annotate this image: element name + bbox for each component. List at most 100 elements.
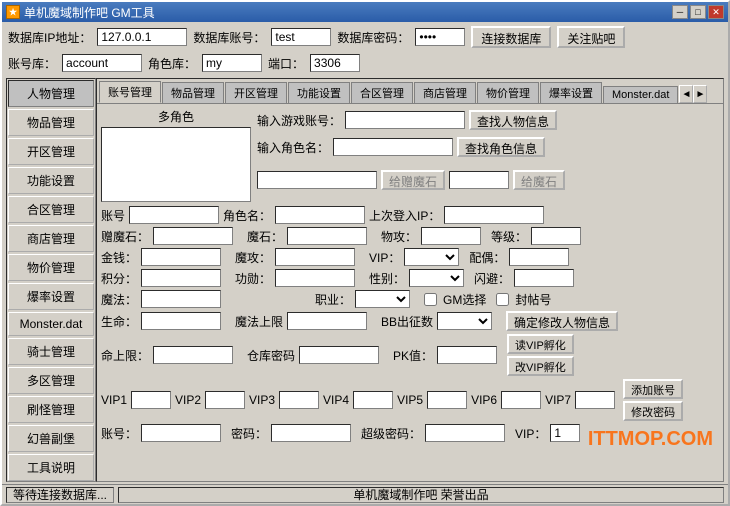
tab-bar: 账号管理 物品管理 开区管理 功能设置 合区管理 商店管理 物价管理 爆率设置 …: [97, 79, 723, 103]
tab-shop[interactable]: 商店管理: [414, 82, 476, 103]
vip5-input[interactable]: [427, 391, 467, 409]
port-input[interactable]: [310, 54, 360, 72]
give-diamond-gift-input[interactable]: [257, 171, 377, 189]
find-role-button[interactable]: 查找角色信息: [457, 137, 545, 157]
bb-select[interactable]: [437, 312, 492, 330]
vip6-input[interactable]: [501, 391, 541, 409]
last-login-ip-input[interactable]: [444, 206, 544, 224]
sidebar-item-tools[interactable]: 工具说明: [8, 454, 94, 481]
gender-select[interactable]: [409, 269, 464, 287]
vip-value-input[interactable]: [550, 424, 580, 442]
vip2-input[interactable]: [205, 391, 245, 409]
search-account-input[interactable]: [345, 111, 465, 129]
seal-checkbox[interactable]: [496, 293, 509, 306]
tab-nav-next[interactable]: ►: [693, 85, 707, 103]
vip3-input[interactable]: [279, 391, 319, 409]
maximize-button[interactable]: □: [690, 5, 706, 19]
content-area: 人物管理 物品管理 开区管理 功能设置 合区管理 商店管理 物价管理 爆率设置 …: [2, 76, 728, 484]
db-account-input[interactable]: [271, 28, 331, 46]
vip-select[interactable]: [404, 248, 459, 266]
magic-label: 魔法：: [101, 291, 137, 308]
level-input[interactable]: [531, 227, 581, 245]
search-role-input[interactable]: [333, 138, 453, 156]
search-area: 输入游戏账号： 查找人物信息 输入角色名： 查找角色信息 给赠魔石: [257, 108, 719, 202]
multi-char-box[interactable]: [101, 127, 251, 202]
sidebar-item-function[interactable]: 功能设置: [8, 167, 94, 194]
db-password-input[interactable]: [415, 28, 465, 46]
tab-mergearea[interactable]: 合区管理: [351, 82, 413, 103]
flash-input[interactable]: [514, 269, 574, 287]
diamond-input[interactable]: [287, 227, 367, 245]
gm-checkbox[interactable]: [424, 293, 437, 306]
connect-db-button[interactable]: 连接数据库: [471, 26, 551, 48]
tab-nav-prev[interactable]: ◄: [679, 85, 693, 103]
tab-price[interactable]: 物价管理: [477, 82, 539, 103]
watermark: ITTMOP.COM: [588, 428, 713, 451]
sidebar-item-person[interactable]: 人物管理: [8, 80, 94, 107]
phys-atk-input[interactable]: [421, 227, 481, 245]
tab-items[interactable]: 物品管理: [162, 82, 224, 103]
give-diamond-gift-button[interactable]: 给赠魔石: [381, 170, 445, 190]
gift-diamond-input[interactable]: [153, 227, 233, 245]
magic-max-input[interactable]: [287, 312, 367, 330]
ip-input[interactable]: [97, 28, 187, 46]
bb-label: BB出征数: [381, 313, 433, 330]
points-input[interactable]: [141, 269, 221, 287]
add-account-button[interactable]: 添加账号: [623, 379, 683, 399]
sidebar-item-monster[interactable]: Monster.dat: [8, 312, 94, 336]
sidebar-item-openzone[interactable]: 开区管理: [8, 138, 94, 165]
role-db-input[interactable]: [202, 54, 262, 72]
ip-label: 数据库IP地址：: [8, 29, 91, 46]
db-name-input[interactable]: [62, 54, 142, 72]
sidebar-item-shop[interactable]: 商店管理: [8, 225, 94, 252]
sidebar-item-spawnmgr[interactable]: 刷怪管理: [8, 396, 94, 423]
role-name-input[interactable]: [275, 206, 365, 224]
tab-openzone[interactable]: 开区管理: [225, 82, 287, 103]
sidebar-item-multizone[interactable]: 多区管理: [8, 367, 94, 394]
spouse-label: 配偶：: [469, 249, 505, 266]
job-select[interactable]: [355, 290, 410, 308]
spouse-input[interactable]: [509, 248, 569, 266]
vip-row: VIP1 VIP2 VIP3 VIP4 VIP5 VIP6 VIP7 添加账号: [101, 379, 719, 421]
warehouse-pwd-input[interactable]: [299, 346, 379, 364]
sidebar-item-pet[interactable]: 幻兽副堡: [8, 425, 94, 452]
magic-atk-label: 魔攻：: [235, 249, 271, 266]
find-person-button[interactable]: 查找人物信息: [469, 110, 557, 130]
money-input[interactable]: [141, 248, 221, 266]
hp-input[interactable]: [141, 312, 221, 330]
change-password-button[interactable]: 修改密码: [623, 401, 683, 421]
search-account-row: 输入游戏账号： 查找人物信息: [257, 110, 719, 130]
magic-atk-input[interactable]: [275, 248, 355, 266]
account-login-input[interactable]: [141, 424, 221, 442]
tab-function[interactable]: 功能设置: [288, 82, 350, 103]
points-label: 积分：: [101, 270, 137, 287]
vip7-input[interactable]: [575, 391, 615, 409]
merit-input[interactable]: [275, 269, 355, 287]
sidebar-item-droprate[interactable]: 爆率设置: [8, 283, 94, 310]
close-button[interactable]: ✕: [708, 5, 724, 19]
pk-value-input[interactable]: [437, 346, 497, 364]
sidebar-item-mergearea[interactable]: 合区管理: [8, 196, 94, 223]
sidebar-item-price[interactable]: 物价管理: [8, 254, 94, 281]
life-max-input[interactable]: [153, 346, 233, 364]
app-window: ★ 单机魔域制作吧 GM工具 ─ □ ✕ 数据库IP地址： 数据库账号： 数据库…: [0, 0, 730, 506]
vip1-input[interactable]: [131, 391, 171, 409]
change-vip-button[interactable]: 改VIP孵化: [507, 356, 574, 376]
sidebar-item-knight[interactable]: 骑士管理: [8, 338, 94, 365]
focus-button[interactable]: 关注贴吧: [557, 26, 625, 48]
sidebar-item-items[interactable]: 物品管理: [8, 109, 94, 136]
read-vip-button[interactable]: 读VIP孵化: [507, 334, 574, 354]
give-diamond-input[interactable]: [449, 171, 509, 189]
account-info-row: 账号 角色名： 上次登入IP：: [101, 206, 719, 224]
vip4-input[interactable]: [353, 391, 393, 409]
magic-input[interactable]: [141, 290, 221, 308]
give-diamond-button[interactable]: 给魔石: [513, 170, 565, 190]
tab-monster[interactable]: Monster.dat: [603, 86, 678, 103]
confirm-modify-button[interactable]: 确定修改人物信息: [506, 311, 618, 331]
tab-account[interactable]: 账号管理: [99, 81, 161, 103]
tab-droprate[interactable]: 爆率设置: [540, 82, 602, 103]
account-field-input[interactable]: [129, 206, 219, 224]
minimize-button[interactable]: ─: [672, 5, 688, 19]
password-login-input[interactable]: [271, 424, 351, 442]
super-password-input[interactable]: [425, 424, 505, 442]
